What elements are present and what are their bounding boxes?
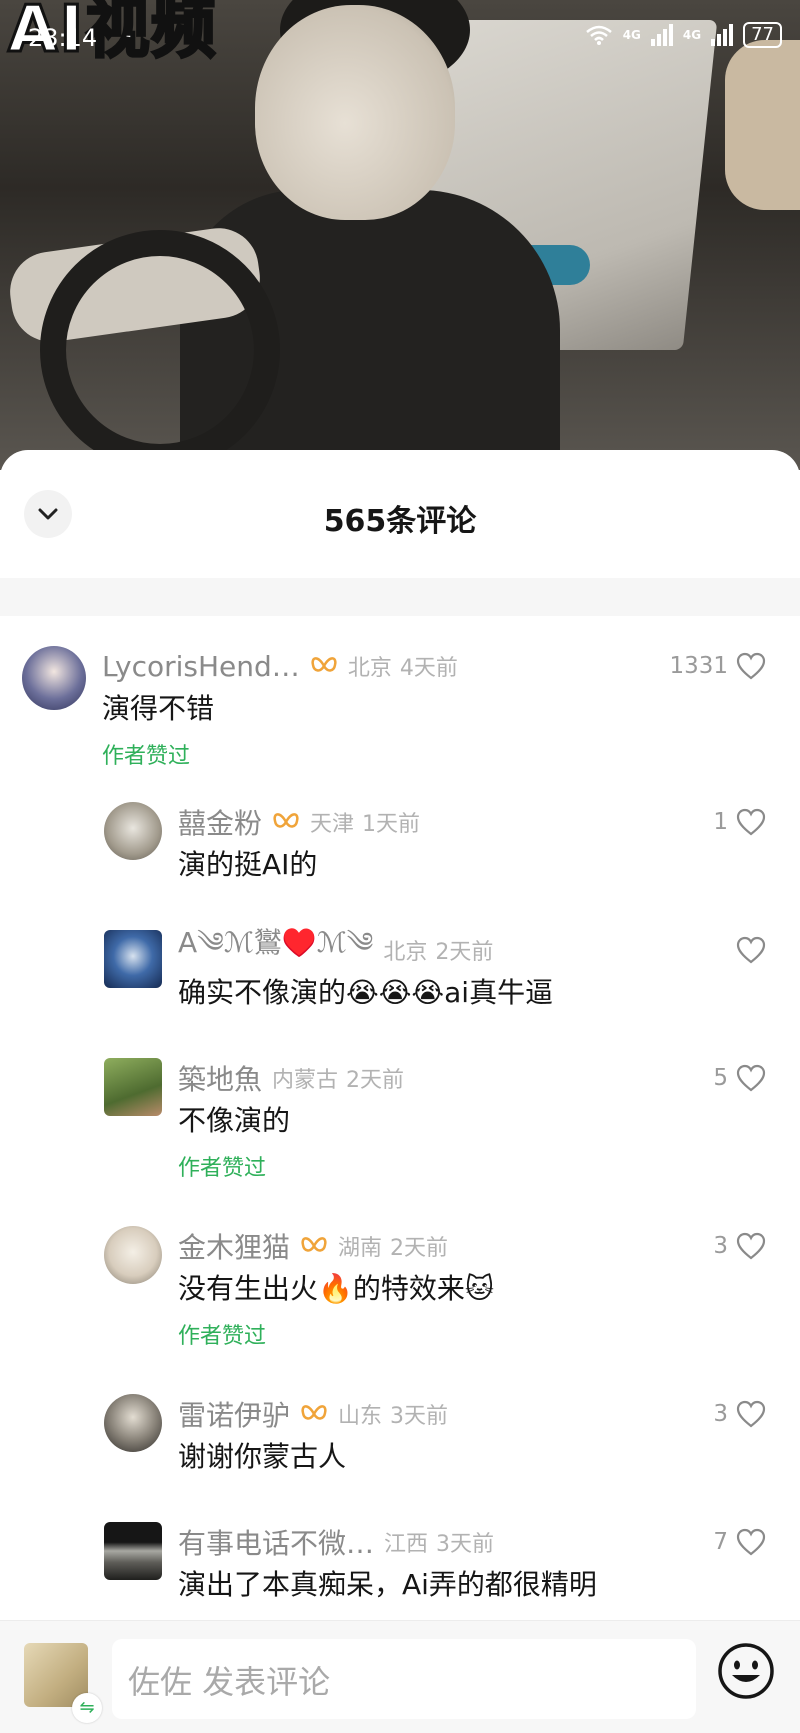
comment-count-title: 565条评论 — [323, 504, 477, 539]
reply-item[interactable]: A༄ℳ鸑♥️ℳ༄ 北京 2天前 确实不像演的😭😭😭ai真牛逼 — [104, 926, 800, 1058]
status-bar: 23:14 4G 4G 77 — [0, 18, 800, 58]
avatar[interactable] — [22, 646, 86, 710]
comment-input[interactable]: 佐佐 发表评论 — [112, 1639, 696, 1719]
location: 内蒙古 — [272, 1068, 339, 1093]
heart-icon — [736, 1400, 766, 1428]
signal-icon — [650, 24, 673, 46]
reply-item[interactable]: 有事电话不微… 江西 3天前 演出了本真痴呆，Ai弄的都很精明 7 — [104, 1522, 800, 1622]
timestamp: 2天前 — [346, 1068, 405, 1093]
like-count: 1331 — [669, 653, 728, 679]
heart-icon — [736, 1064, 766, 1092]
like-button[interactable]: 5 — [713, 1064, 766, 1092]
network-label-2: 4G — [682, 28, 702, 42]
video-player[interactable]: AI视频 23:14 4G 4G 77 — [0, 0, 800, 470]
avatar[interactable] — [104, 802, 162, 860]
like-button[interactable]: 3 — [713, 1232, 766, 1260]
like-count: 3 — [713, 1401, 728, 1427]
butterfly-badge-icon — [272, 809, 300, 835]
like-button[interactable] — [728, 936, 766, 964]
timestamp: 1天前 — [362, 812, 421, 837]
comment-text: 演的挺AI的 — [178, 848, 318, 881]
avatar[interactable] — [104, 1058, 162, 1116]
swap-identity-icon[interactable]: ⇋ — [72, 1693, 102, 1723]
butterfly-badge-icon — [300, 1401, 328, 1427]
comment-meta: 囍金粉 天津 1天前 — [178, 802, 800, 842]
like-button[interactable]: 1331 — [669, 652, 766, 680]
author-liked-label: 作者赞过 — [178, 1324, 267, 1349]
comment-body: 雷诺伊驴 山东 3天前 谢谢你蒙古人 — [178, 1394, 800, 1522]
heart-icon — [736, 936, 766, 964]
steering-wheel-image — [40, 230, 280, 470]
comment-body: 有事电话不微… 江西 3天前 演出了本真痴呆，Ai弄的都很精明 — [178, 1522, 800, 1622]
butterfly-badge-icon — [300, 1233, 328, 1259]
location: 北京 — [347, 656, 392, 681]
comment-input-bar: ⇋ 佐佐 发表评论 — [0, 1620, 800, 1733]
status-time: 23:14 — [28, 24, 98, 52]
avatar[interactable] — [104, 1394, 162, 1452]
section-divider — [0, 578, 800, 616]
comment-text: 谢谢你蒙古人 — [178, 1440, 347, 1473]
comment-meta: 雷诺伊驴 山东 3天前 — [178, 1394, 800, 1434]
like-button[interactable]: 3 — [713, 1400, 766, 1428]
reply-item[interactable]: 築地魚 内蒙古 2天前 不像演的 作者赞过 5 — [104, 1058, 800, 1226]
location: 江西 — [384, 1532, 429, 1557]
sheet-header: 565条评论 — [0, 450, 800, 578]
location: 北京 — [383, 940, 428, 965]
comment-meta: A༄ℳ鸑♥️ℳ༄ 北京 2天前 — [178, 926, 800, 970]
status-icons: 4G 4G 77 — [585, 22, 782, 48]
avatar[interactable] — [104, 930, 162, 988]
like-count: 1 — [713, 809, 728, 835]
timestamp: 4天前 — [399, 656, 458, 681]
like-count: 5 — [713, 1065, 728, 1091]
timestamp: 3天前 — [436, 1532, 495, 1557]
comment-body: A༄ℳ鸑♥️ℳ༄ 北京 2天前 确实不像演的😭😭😭ai真牛逼 — [178, 926, 800, 1058]
username[interactable]: 築地魚 — [178, 1058, 262, 1098]
network-label-1: 4G — [622, 28, 641, 42]
reply-item[interactable]: 雷诺伊驴 山东 3天前 谢谢你蒙古人 3 — [104, 1394, 800, 1522]
comment-text: 演出了本真痴呆，Ai弄的都很精明 — [178, 1568, 597, 1601]
location: 山东 — [338, 1404, 383, 1429]
location: 天津 — [310, 812, 355, 837]
comment-meta: 有事电话不微… 江西 3天前 — [178, 1522, 800, 1562]
comment-body: 築地魚 内蒙古 2天前 不像演的 作者赞过 — [178, 1058, 800, 1226]
comment-list: LycorisHend… 北京 4天前 演得不错 作者赞过 1331 囍金粉 天… — [0, 616, 800, 1622]
like-button[interactable]: 7 — [713, 1528, 766, 1556]
reply-item[interactable]: 金木狸猫 湖南 2天前 没有生出火🔥的特效来🐱 作者赞过 3 — [104, 1226, 800, 1394]
avatar[interactable] — [104, 1522, 162, 1580]
comment-text: 确实不像演的😭😭😭ai真牛逼 — [178, 976, 554, 1009]
comment-meta: 築地魚 内蒙古 2天前 — [178, 1058, 800, 1098]
comment-text: 不像演的 — [178, 1104, 291, 1137]
timestamp: 3天前 — [390, 1404, 449, 1429]
timestamp: 2天前 — [390, 1236, 449, 1261]
comments-sheet: 565条评论 LycorisHend… 北京 4天前 演得不错 作者赞过 133… — [0, 450, 800, 1733]
timestamp: 2天前 — [435, 940, 494, 965]
battery-indicator: 77 — [743, 22, 782, 48]
location: 湖南 — [338, 1236, 383, 1261]
avatar[interactable] — [104, 1226, 162, 1284]
like-count: 7 — [713, 1529, 728, 1555]
like-count: 3 — [713, 1233, 728, 1259]
author-liked-label: 作者赞过 — [102, 744, 191, 769]
heart-icon — [736, 1232, 766, 1260]
comment-text: 演得不错 — [102, 692, 215, 725]
signal-icon-2 — [711, 24, 734, 46]
username[interactable]: 雷诺伊驴 — [178, 1394, 290, 1434]
username[interactable]: 金木狸猫 — [178, 1226, 290, 1266]
comment-meta: 金木狸猫 湖南 2天前 — [178, 1226, 800, 1266]
headrest-image — [725, 40, 800, 210]
heart-icon — [736, 652, 766, 680]
comment-body: 金木狸猫 湖南 2天前 没有生出火🔥的特效来🐱 作者赞过 — [178, 1226, 800, 1394]
like-button[interactable]: 1 — [713, 808, 766, 836]
username[interactable]: 有事电话不微… — [178, 1522, 374, 1562]
wifi-icon — [585, 25, 612, 45]
butterfly-badge-icon — [310, 653, 338, 679]
heart-icon — [736, 808, 766, 836]
smiley-icon[interactable] — [716, 1641, 776, 1701]
author-liked-label: 作者赞过 — [178, 1156, 267, 1181]
username[interactable]: 囍金粉 — [178, 802, 262, 842]
heart-icon — [736, 1528, 766, 1556]
comment-text: 没有生出火🔥的特效来🐱 — [178, 1272, 495, 1305]
username[interactable]: LycorisHend… — [102, 650, 300, 683]
comment-item[interactable]: LycorisHend… 北京 4天前 演得不错 作者赞过 1331 — [22, 646, 800, 784]
